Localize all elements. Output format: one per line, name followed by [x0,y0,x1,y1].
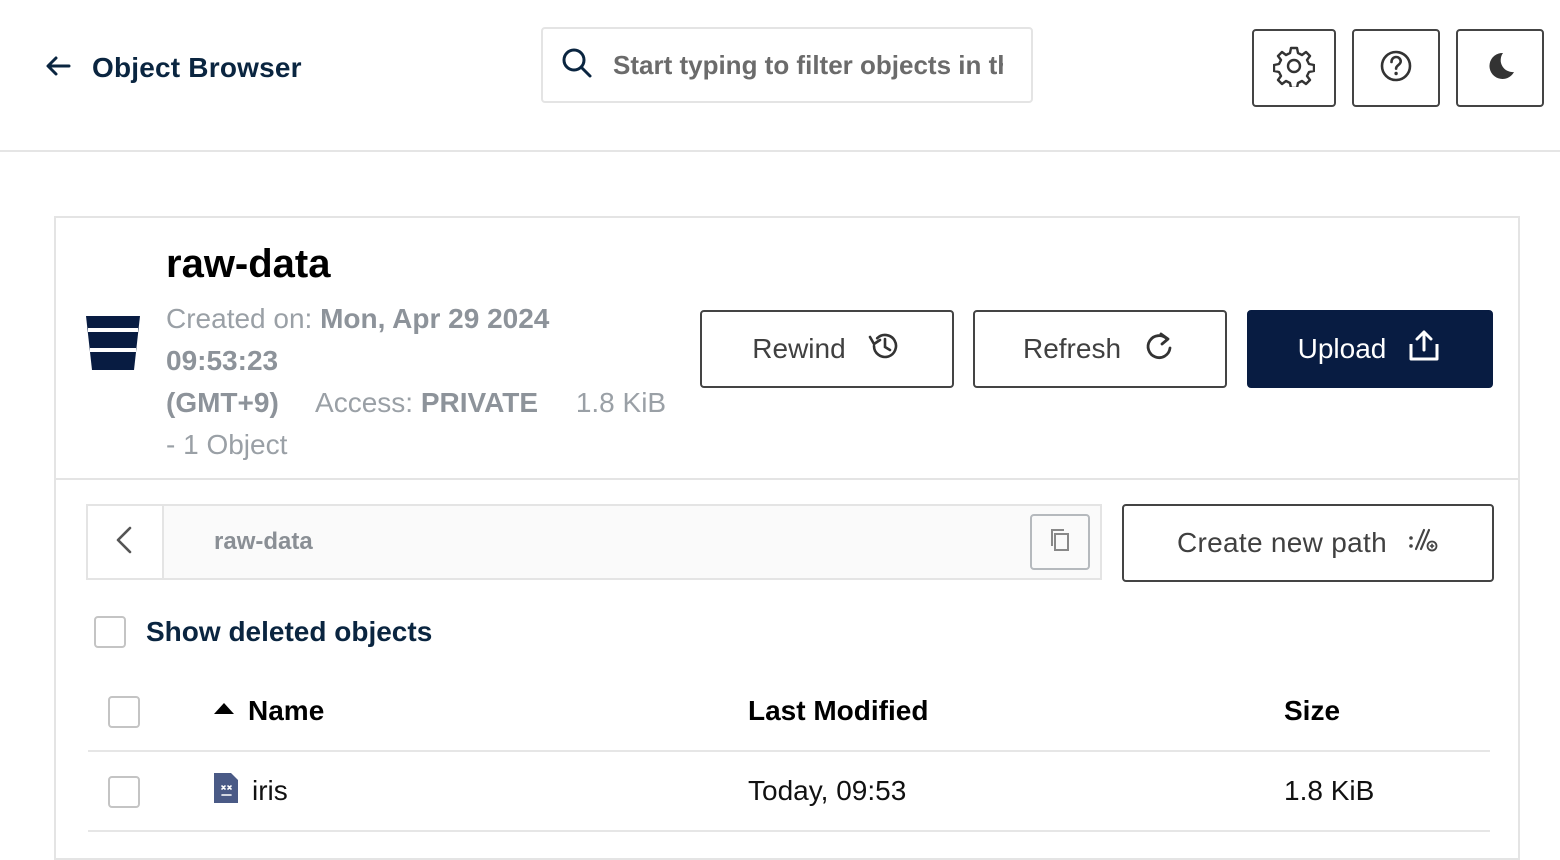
access-label: Access: [315,387,414,418]
table-header-row: Name Last Modified Size [88,672,1490,752]
create-new-path-label: Create new path [1177,527,1387,558]
created-date: Mon, Apr 29 2024 [320,303,550,334]
upload-button-label: Upload [1297,333,1387,364]
object-last-modified: Today, 09:53 [748,775,907,806]
upload-icon [1406,328,1442,371]
object-name-cell[interactable]: iris [212,752,288,830]
access-value: PRIVATE [420,387,539,418]
created-timezone: (GMT+9) [166,387,279,418]
object-browser-panel: raw-data Create new path Show deleted ob… [54,480,1520,860]
back-arrow-icon[interactable] [44,52,72,85]
upload-button[interactable]: Upload [1247,310,1493,388]
top-bar: Object Browser [0,0,1560,152]
column-header-name[interactable]: Name [212,672,324,750]
theme-toggle-button[interactable] [1456,29,1544,107]
refresh-button[interactable]: Refresh [973,310,1227,388]
table-row[interactable]: iris Today, 09:53 1.8 KiB [88,752,1490,832]
object-size: 1.8 KiB [1284,775,1375,806]
object-count: - 1 Object [166,429,288,460]
select-all-checkbox[interactable] [108,696,140,728]
moon-icon [1479,45,1521,92]
bucket-size: 1.8 KiB [575,387,667,418]
search-icon [561,47,593,84]
breadcrumb: raw-data [86,504,1102,580]
refresh-icon [1141,328,1177,371]
gear-icon [1272,45,1316,92]
path-back-button[interactable] [88,506,164,578]
bucket-summary-card: raw-data Created on: Mon, Apr 29 2024 09… [54,216,1520,480]
column-name-label: Name [248,695,325,726]
chevron-left-icon [110,525,140,560]
search-input[interactable] [613,49,1003,81]
settings-button[interactable] [1252,29,1336,107]
created-label: Created on: [166,303,313,334]
refresh-button-label: Refresh [1022,333,1122,364]
column-header-last-modified[interactable]: Last Modified [748,672,928,750]
object-name[interactable]: iris [252,775,288,807]
created-time: 09:53:23 [166,345,279,376]
current-path: raw-data [214,528,313,555]
rewind-button-label: Rewind [752,333,846,364]
bucket-metadata: Created on: Mon, Apr 29 2024 09:53:23 (G… [166,298,706,466]
help-icon [1375,45,1417,92]
bucket-icon [82,312,144,374]
help-button[interactable] [1352,29,1440,107]
copy-path-button[interactable] [1030,514,1090,570]
search-box[interactable] [541,27,1033,103]
show-deleted-toggle: Show deleted objects [94,616,432,648]
back-to-object-browser[interactable]: Object Browser [44,48,302,88]
sort-ascending-icon [212,695,236,727]
row-checkbox[interactable] [108,776,140,808]
show-deleted-label[interactable]: Show deleted objects [146,616,432,648]
page-title[interactable]: Object Browser [92,52,302,84]
history-icon [866,328,902,371]
new-path-icon [1407,524,1439,563]
copy-icon [1047,527,1073,558]
bucket-name: raw-data [166,242,331,286]
objects-table: Name Last Modified Size iris Today, 09:5… [88,672,1490,832]
column-header-size[interactable]: Size [1284,672,1340,750]
create-new-path-button[interactable]: Create new path [1122,504,1494,582]
show-deleted-checkbox[interactable] [94,616,126,648]
rewind-button[interactable]: Rewind [700,310,954,388]
file-icon [212,771,240,812]
